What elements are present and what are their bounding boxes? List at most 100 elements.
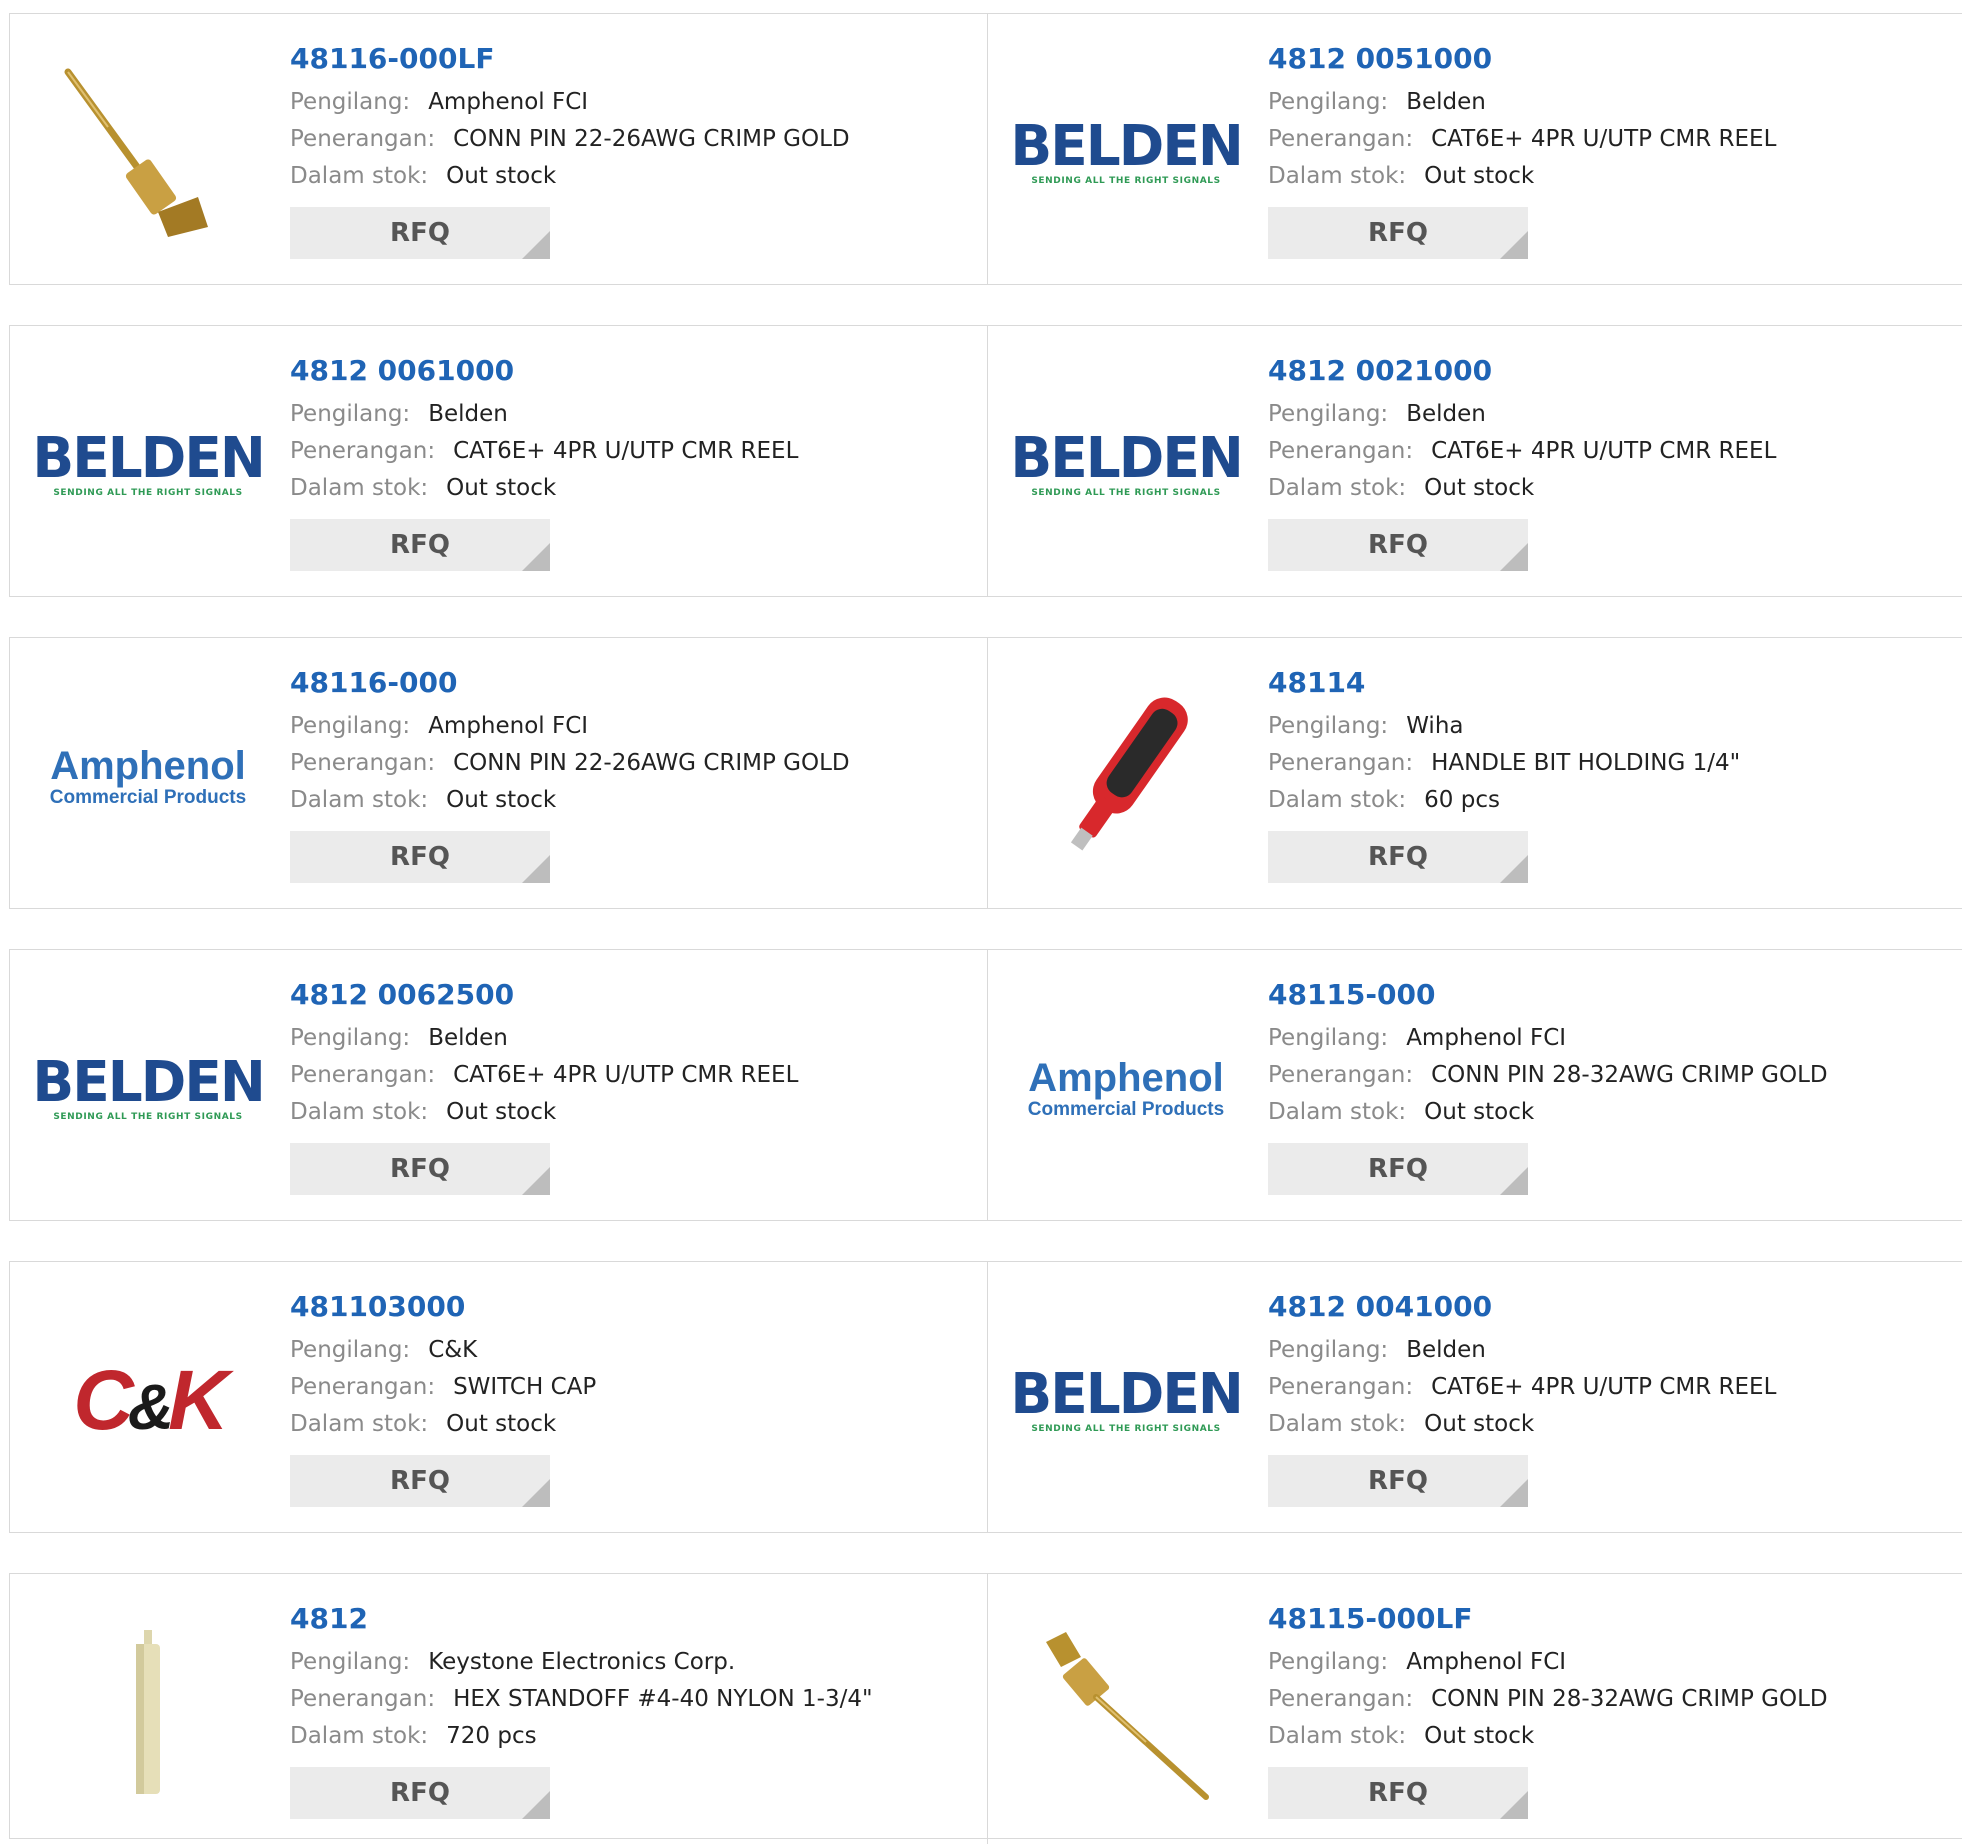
description-value: CONN PIN 28-32AWG CRIMP GOLD bbox=[1431, 1062, 1828, 1088]
manufacturer-label: Pengilang: bbox=[290, 1025, 411, 1051]
stock-value: 720 pcs bbox=[446, 1723, 537, 1749]
product-row: 48116-000LF Pengilang: Amphenol FCI Pener… bbox=[9, 13, 1962, 285]
description-label: Penerangan: bbox=[290, 1374, 436, 1400]
rfq-button[interactable]: RFQ bbox=[1268, 831, 1528, 883]
rfq-button[interactable]: RFQ bbox=[1268, 1767, 1528, 1819]
manufacturer-label: Pengilang: bbox=[290, 401, 411, 427]
ck-ampersand: & bbox=[127, 1370, 174, 1443]
rfq-button[interactable]: RFQ bbox=[1268, 207, 1528, 259]
part-number-link[interactable]: 48116-000LF bbox=[290, 42, 850, 76]
rfq-button[interactable]: RFQ bbox=[1268, 519, 1528, 571]
part-number-link[interactable]: 4812 0062500 bbox=[290, 978, 798, 1012]
part-number-link[interactable]: 4812 0021000 bbox=[1268, 354, 1776, 388]
rfq-button[interactable]: RFQ bbox=[290, 1143, 550, 1195]
part-number-link[interactable]: 48116-000 bbox=[290, 666, 850, 700]
part-number-link[interactable]: 4812 0061000 bbox=[290, 354, 798, 388]
belden-wordmark: BELDEN bbox=[1010, 425, 1243, 491]
rfq-label: RFQ bbox=[1368, 218, 1428, 248]
product-row: BELDEN SENDING ALL THE RIGHT SIGNALS 4812… bbox=[9, 949, 1962, 1221]
rfq-label: RFQ bbox=[1368, 1154, 1428, 1184]
part-number-link[interactable]: 48114 bbox=[1268, 666, 1740, 700]
product-card: C&K 481103000 Pengilang: C&K Penerangan: S… bbox=[10, 1262, 988, 1532]
rfq-button[interactable]: RFQ bbox=[290, 207, 550, 259]
corner-fold-icon bbox=[522, 231, 550, 259]
product-card: Amphenol Commercial Products 48115-000 Pe… bbox=[988, 950, 1962, 1220]
amphenol-logo[interactable]: Amphenol Commercial Products bbox=[48, 676, 248, 876]
rfq-button[interactable]: RFQ bbox=[290, 1767, 550, 1819]
screwdriver-handle-image[interactable] bbox=[1026, 676, 1226, 876]
rfq-label: RFQ bbox=[390, 842, 450, 872]
manufacturer-value: C&K bbox=[428, 1337, 478, 1363]
amphenol-logo[interactable]: Amphenol Commercial Products bbox=[1026, 988, 1226, 1188]
product-row: BELDEN SENDING ALL THE RIGHT SIGNALS 4812… bbox=[9, 325, 1962, 597]
rfq-label: RFQ bbox=[390, 1154, 450, 1184]
corner-fold-icon bbox=[1500, 1167, 1528, 1195]
stock-label: Dalam stok: bbox=[290, 787, 429, 813]
part-number-link[interactable]: 4812 0051000 bbox=[1268, 42, 1776, 76]
stock-value: Out stock bbox=[446, 475, 557, 501]
stock-value: Out stock bbox=[446, 1411, 557, 1437]
stock-value: Out stock bbox=[1424, 163, 1535, 189]
part-number-link[interactable]: 4812 bbox=[290, 1602, 873, 1636]
part-number-link[interactable]: 48115-000LF bbox=[1268, 1602, 1828, 1636]
product-card: 48116-000LF Pengilang: Amphenol FCI Pener… bbox=[10, 14, 988, 284]
manufacturer-value: Keystone Electronics Corp. bbox=[428, 1649, 736, 1675]
stock-label: Dalam stok: bbox=[1268, 475, 1407, 501]
stock-label: Dalam stok: bbox=[290, 475, 429, 501]
manufacturer-value: Amphenol FCI bbox=[428, 713, 589, 739]
corner-fold-icon bbox=[522, 1479, 550, 1507]
belden-logo[interactable]: BELDEN SENDING ALL THE RIGHT SIGNALS bbox=[1010, 1300, 1243, 1500]
rfq-button[interactable]: RFQ bbox=[1268, 1143, 1528, 1195]
belden-wordmark: BELDEN bbox=[32, 1049, 265, 1115]
manufacturer-value: Amphenol FCI bbox=[1406, 1649, 1567, 1675]
rfq-label: RFQ bbox=[1368, 1466, 1428, 1496]
manufacturer-label: Pengilang: bbox=[1268, 1025, 1389, 1051]
description-value: CAT6E+ 4PR U/UTP CMR REEL bbox=[1431, 1374, 1777, 1400]
description-value: CAT6E+ 4PR U/UTP CMR REEL bbox=[1431, 126, 1777, 152]
rfq-label: RFQ bbox=[390, 218, 450, 248]
rfq-label: RFQ bbox=[1368, 1778, 1428, 1808]
belden-logo[interactable]: BELDEN SENDING ALL THE RIGHT SIGNALS bbox=[32, 988, 265, 1188]
product-card: BELDEN SENDING ALL THE RIGHT SIGNALS 4812… bbox=[988, 326, 1962, 596]
belden-logo[interactable]: BELDEN SENDING ALL THE RIGHT SIGNALS bbox=[32, 364, 265, 564]
part-number-link[interactable]: 481103000 bbox=[290, 1290, 596, 1324]
rfq-button[interactable]: RFQ bbox=[290, 519, 550, 571]
amphenol-wordmark: Amphenol bbox=[1028, 1055, 1224, 1100]
description-label: Penerangan: bbox=[1268, 750, 1414, 776]
rfq-button[interactable]: RFQ bbox=[1268, 1455, 1528, 1507]
crimp-pin-icon bbox=[64, 68, 208, 237]
belden-wordmark: BELDEN bbox=[1010, 1361, 1243, 1427]
product-grid: 48116-000LF Pengilang: Amphenol FCI Pener… bbox=[0, 0, 1962, 1844]
manufacturer-value: Belden bbox=[1406, 1337, 1486, 1363]
stock-value: Out stock bbox=[446, 787, 557, 813]
description-label: Penerangan: bbox=[1268, 126, 1414, 152]
rfq-button[interactable]: RFQ bbox=[290, 831, 550, 883]
product-card: 4812 Pengilang: Keystone Electronics Corp… bbox=[10, 1574, 988, 1844]
ck-logo[interactable]: C&K bbox=[48, 1300, 248, 1500]
description-label: Penerangan: bbox=[1268, 438, 1414, 464]
ck-letter-c: C bbox=[73, 1352, 134, 1447]
product-card: BELDEN SENDING ALL THE RIGHT SIGNALS 4812… bbox=[988, 1262, 1962, 1532]
manufacturer-value: Amphenol FCI bbox=[1406, 1025, 1567, 1051]
belden-logo[interactable]: BELDEN SENDING ALL THE RIGHT SIGNALS bbox=[1010, 52, 1243, 252]
belden-logo[interactable]: BELDEN SENDING ALL THE RIGHT SIGNALS bbox=[1010, 364, 1243, 564]
product-row: 4812 Pengilang: Keystone Electronics Corp… bbox=[9, 1573, 1962, 1844]
part-number-link[interactable]: 4812 0041000 bbox=[1268, 1290, 1776, 1324]
rfq-button[interactable]: RFQ bbox=[290, 1455, 550, 1507]
stock-label: Dalam stok: bbox=[1268, 163, 1407, 189]
stock-label: Dalam stok: bbox=[1268, 1099, 1407, 1125]
corner-fold-icon bbox=[522, 543, 550, 571]
part-number-link[interactable]: 48115-000 bbox=[1268, 978, 1828, 1012]
standoff-image[interactable] bbox=[48, 1612, 248, 1812]
crimp-pin-image[interactable] bbox=[1026, 1612, 1226, 1812]
description-label: Penerangan: bbox=[290, 438, 436, 464]
stock-value: 60 pcs bbox=[1424, 787, 1500, 813]
manufacturer-label: Pengilang: bbox=[1268, 1337, 1389, 1363]
rfq-label: RFQ bbox=[1368, 842, 1428, 872]
ck-letter-k: K bbox=[168, 1352, 229, 1447]
crimp-pin-image[interactable] bbox=[48, 52, 248, 252]
corner-fold-icon bbox=[1500, 543, 1528, 571]
corner-fold-icon bbox=[522, 855, 550, 883]
corner-fold-icon bbox=[1500, 231, 1528, 259]
corner-fold-icon bbox=[1500, 1791, 1528, 1819]
